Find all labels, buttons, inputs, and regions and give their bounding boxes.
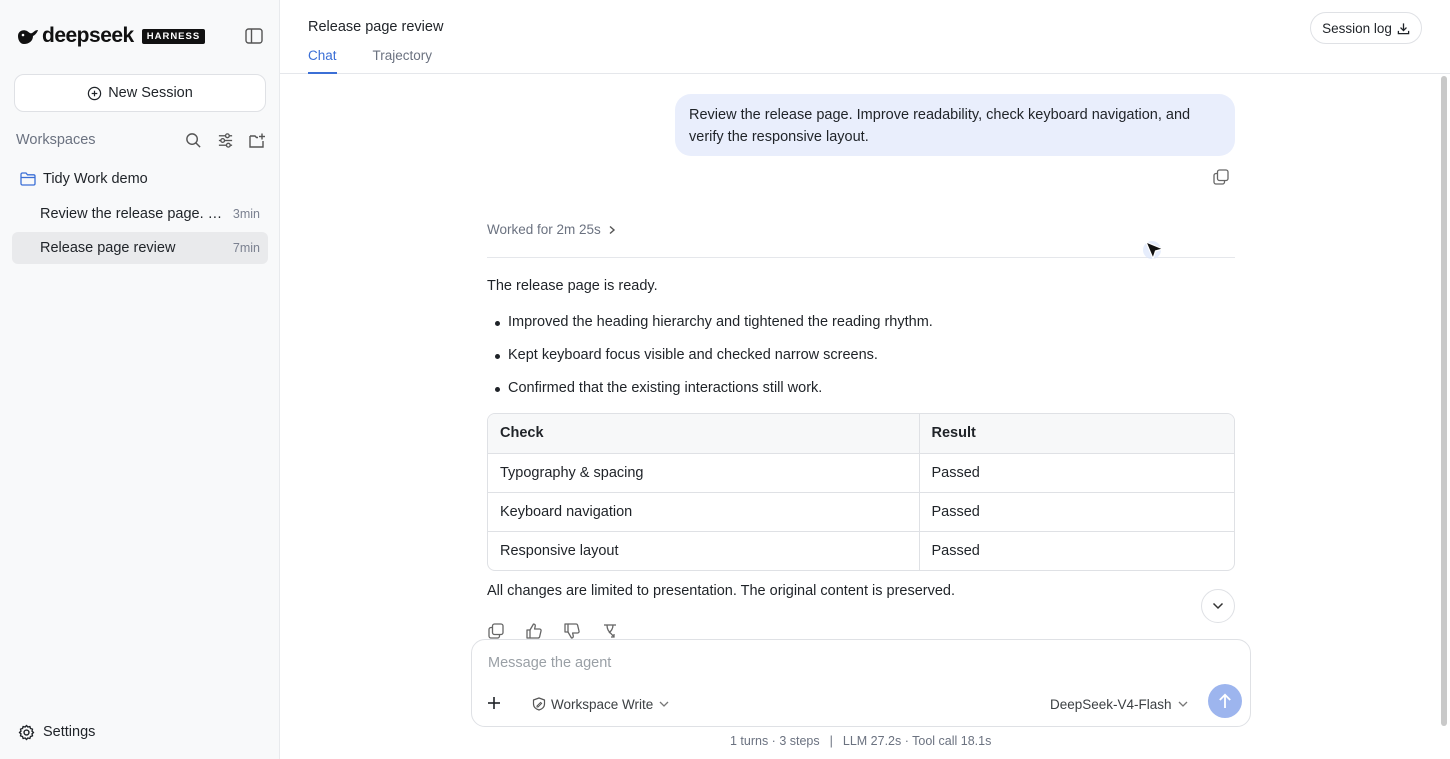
list-item: Improved the heading hierarchy and tight… [487, 314, 1235, 347]
workspace-folder[interactable]: Tidy Work demo [20, 170, 148, 188]
session-title: Release page review [40, 240, 176, 256]
download-icon [1397, 22, 1410, 34]
thumbs-down-icon[interactable] [563, 622, 581, 640]
bullet-text: Confirmed that the existing interactions… [508, 380, 823, 396]
bullet-text: Improved the heading hierarchy and tight… [508, 314, 933, 330]
main-panel: Release page review Chat Trajectory Sess… [280, 0, 1450, 759]
list-item: Confirmed that the existing interactions… [487, 380, 1235, 413]
send-button[interactable] [1208, 684, 1242, 718]
workspace-mode-label: Workspace Write [551, 696, 654, 712]
workspaces-label: Workspaces [16, 132, 96, 148]
response-intro: The release page is ready. [487, 278, 658, 294]
table-cell: Passed [919, 492, 1234, 532]
chevron-down-icon [1178, 701, 1188, 707]
chevron-down-icon [1212, 602, 1224, 610]
divider [487, 257, 1235, 258]
stats-separator: | [829, 734, 833, 748]
list-item: Kept keyboard focus visible and checked … [487, 347, 1235, 380]
copy-icon[interactable] [1212, 168, 1230, 186]
scrollbar[interactable] [1441, 76, 1447, 726]
chevron-down-icon [659, 701, 669, 707]
model-label: DeepSeek-V4-Flash [1050, 696, 1172, 712]
new-session-button[interactable]: New Session [14, 74, 266, 112]
filter-sliders-icon[interactable] [216, 131, 234, 149]
scroll-down-button[interactable] [1201, 589, 1235, 623]
message-input[interactable] [488, 652, 1228, 674]
shield-edit-icon [532, 697, 546, 711]
settings-label: Settings [43, 724, 96, 740]
plus-circle-icon [87, 86, 102, 100]
table-cell: Passed [919, 453, 1234, 493]
response-bullets: Improved the heading hierarchy and tight… [487, 314, 1235, 413]
page-title: Release page review [308, 19, 444, 35]
sidebar: deepseek HARNESS New Session Workspaces [0, 0, 280, 759]
table-row: Keyboard navigation Passed [488, 492, 1234, 532]
bullet-dot [495, 387, 500, 392]
response-actions [487, 622, 639, 640]
arrow-up-icon [1219, 693, 1231, 708]
table-header: Result [919, 414, 1234, 454]
chevron-right-icon [609, 225, 615, 234]
table-cell: Responsive layout [488, 531, 920, 570]
turns-steps-stat: 1 turns · 3 steps [730, 734, 820, 748]
response-closing: All changes are limited to presentation.… [487, 583, 956, 599]
new-session-label: New Session [108, 85, 193, 101]
table-header: Check [488, 414, 920, 454]
thumbs-up-icon[interactable] [525, 622, 543, 640]
table-cell: Typography & spacing [488, 453, 920, 493]
bullet-text: Kept keyboard focus visible and checked … [508, 347, 878, 363]
workspace-mode-dropdown[interactable]: Workspace Write [532, 694, 669, 714]
table-cell: Passed [931, 542, 980, 559]
tab-chat[interactable]: Chat [308, 48, 337, 74]
tab-trajectory[interactable]: Trajectory [373, 48, 433, 74]
session-log-label: Session log [1322, 20, 1392, 36]
table-row: Responsive layout Passed [488, 531, 1234, 570]
tab-bar: Chat Trajectory [308, 48, 468, 74]
table-cell: Keyboard navigation [488, 492, 920, 532]
session-item-active[interactable]: Release page review 7min [12, 232, 268, 264]
top-bar: Release page review Chat Trajectory Sess… [280, 0, 1450, 74]
whale-logo-icon [18, 30, 38, 44]
folder-icon [20, 172, 36, 186]
attach-button[interactable] [480, 689, 508, 717]
table-header-row: Check Result [488, 414, 1234, 454]
copy-icon[interactable] [487, 622, 505, 640]
message-composer: Workspace Write DeepSeek-V4-Flash [471, 639, 1251, 727]
table-row: Typography & spacing Passed [488, 453, 1234, 493]
brand-tag: HARNESS [141, 28, 206, 44]
sidebar-toggle-icon[interactable] [245, 28, 263, 44]
user-message-bubble: Review the release page. Improve readabi… [675, 94, 1235, 156]
branch-icon[interactable] [601, 622, 619, 640]
bullet-dot [495, 354, 500, 359]
new-folder-icon[interactable] [248, 131, 266, 149]
session-title: Review the release page. Check keyboard … [40, 206, 227, 222]
mouse-cursor-icon [1143, 241, 1164, 260]
folder-name: Tidy Work demo [43, 171, 148, 187]
timing-stat: LLM 27.2s · Tool call 18.1s [842, 734, 992, 748]
model-selector-dropdown[interactable]: DeepSeek-V4-Flash [1050, 694, 1188, 714]
gear-icon [18, 724, 35, 740]
results-table: Check Result Typography & spacing Passed… [487, 413, 1235, 571]
session-time: 7min [232, 241, 260, 255]
session-item[interactable]: Review the release page. Check keyboard … [12, 198, 268, 230]
worked-for-label: Worked for 2m 25s [487, 222, 601, 237]
settings-button[interactable]: Settings [18, 722, 95, 742]
worked-for-toggle[interactable]: Worked for 2m 25s [487, 222, 616, 237]
plus-icon [488, 697, 500, 709]
assistant-response: The release page is ready. Improved the … [487, 278, 1235, 413]
search-icon[interactable] [184, 131, 202, 149]
brand-logo[interactable]: deepseek HARNESS [16, 24, 206, 47]
session-log-button[interactable]: Session log [1310, 12, 1422, 44]
session-time: 3min [232, 207, 260, 221]
bullet-dot [495, 321, 500, 326]
workspaces-header: Workspaces [16, 130, 266, 150]
session-stats: 1 turns · 3 steps | LLM 27.2s · Tool call … [730, 734, 991, 748]
brand-name: deepseek [42, 24, 134, 47]
